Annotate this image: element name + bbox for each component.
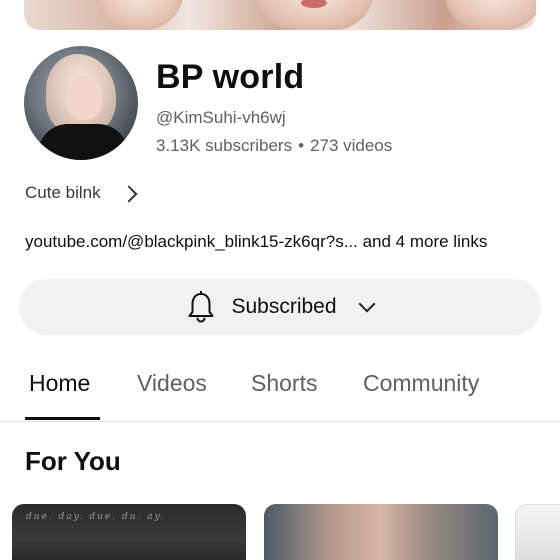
video-count: 273 videos — [310, 136, 393, 155]
video-thumbnail[interactable]: due. day. due. du. ay. — [12, 504, 246, 560]
bell-icon — [188, 291, 214, 323]
chevron-down-icon — [358, 295, 376, 313]
thumbnail-caption: due. day. due. du. ay. — [26, 512, 166, 522]
channel-avatar[interactable] — [24, 46, 138, 160]
video-thumbnail[interactable] — [264, 504, 498, 560]
tab-community[interactable]: Community — [363, 370, 479, 397]
chevron-right-icon — [120, 185, 138, 202]
subscribed-label: Subscribed — [231, 295, 337, 318]
subscriber-count: 3.13K subscribers — [156, 136, 293, 155]
tab-shorts[interactable]: Shorts — [251, 370, 317, 397]
avatar-body — [38, 124, 128, 160]
banner-face — [94, 0, 184, 30]
channel-about-row[interactable]: Cute bilnk — [25, 180, 138, 206]
channel-stats: 3.13K subscribers • 273 videos — [156, 136, 392, 156]
section-title: For You — [25, 446, 121, 476]
video-thumbnail[interactable] — [515, 504, 560, 560]
channel-links[interactable]: youtube.com/@blackpink_blink15-zk6qr?s..… — [25, 232, 487, 252]
banner-face — [444, 0, 536, 30]
tab-videos[interactable]: Videos — [137, 370, 207, 397]
channel-name: BP world — [156, 58, 305, 96]
active-tab-indicator — [25, 417, 100, 420]
tab-home[interactable]: Home — [29, 370, 90, 397]
stats-separator: • — [298, 136, 305, 155]
channel-handle: @KimSuhi-vh6wj — [156, 108, 286, 127]
channel-description: Cute bilnk — [25, 183, 101, 202]
channel-banner — [24, 0, 536, 30]
subscribed-button[interactable]: Subscribed — [19, 279, 541, 335]
channel-tabs: Home Videos Shorts Community — [0, 360, 560, 422]
avatar-face — [66, 76, 102, 120]
